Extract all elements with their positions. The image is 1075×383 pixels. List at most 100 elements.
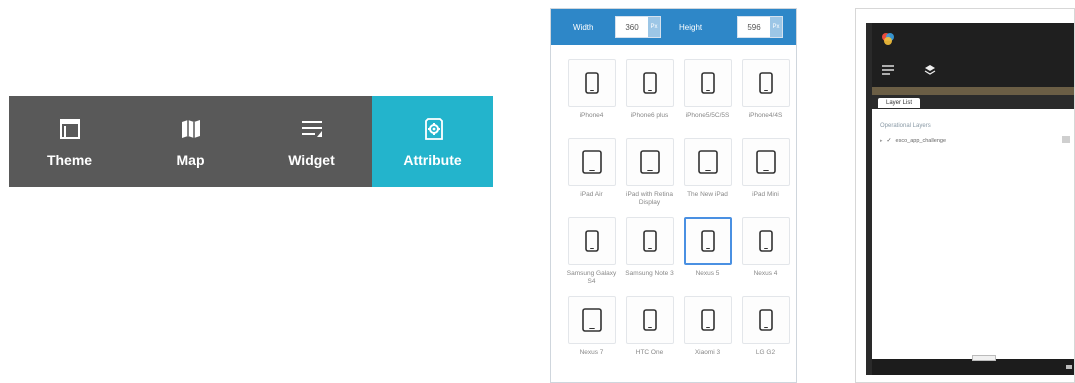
device-item[interactable]: Samsung Galaxy S4 (566, 217, 617, 296)
device-preview-panel: Width 360 Px Height 596 Px iPhone4 iPhone… (550, 8, 797, 383)
widget-icon (299, 116, 325, 142)
phone-icon (584, 230, 599, 252)
layer-menu-icon[interactable] (1062, 136, 1070, 143)
tablet-icon (581, 150, 602, 174)
map-icon (178, 116, 204, 142)
tab-theme-label: Theme (46, 151, 93, 168)
width-input[interactable]: 360 Px (615, 16, 661, 38)
device-select-button[interactable] (683, 296, 732, 344)
footer-button[interactable] (1066, 365, 1072, 369)
device-select-button[interactable] (741, 59, 790, 107)
layer-item[interactable]: ▸ ✓ esco_app_challenge (880, 137, 947, 145)
device-label: iPhone5/5C/5S (685, 112, 730, 119)
device-item[interactable]: Nexus 4 (740, 217, 791, 296)
width-label: Width (573, 22, 594, 32)
phone-icon (758, 72, 773, 94)
app-footer (872, 359, 1074, 375)
phone-icon (758, 230, 773, 252)
device-select-button[interactable] (741, 138, 790, 186)
device-select-button[interactable] (683, 138, 732, 186)
device-item[interactable]: iPhone6 plus (624, 59, 675, 138)
tablet-preview: Layer List Operational Layers ▸ ✓ esco_a… (855, 8, 1075, 383)
device-select-button[interactable] (567, 296, 616, 344)
device-select-button[interactable] (683, 217, 732, 265)
tablet-icon (581, 308, 602, 332)
device-item[interactable]: Xiaomi 3 (682, 296, 733, 375)
attribute-gear-icon (420, 116, 446, 142)
size-bar: Width 360 Px Height 596 Px (551, 9, 796, 45)
expand-arrow-icon[interactable]: ▸ (880, 138, 883, 144)
device-label: Nexus 5 (695, 270, 720, 277)
phone-icon (700, 230, 715, 252)
tab-widget[interactable]: Widget (251, 96, 372, 187)
device-item[interactable]: iPhone4 (566, 59, 617, 138)
layer-name: esco_app_challenge (895, 137, 947, 144)
layer-panel: Operational Layers ▸ ✓ esco_app_challeng… (872, 109, 1074, 359)
device-item[interactable]: Nexus 5 (682, 217, 733, 296)
device-item[interactable]: iPad Mini (740, 138, 791, 217)
builder-tab-bar: Theme Map Widget Attribute (9, 96, 493, 187)
phone-icon (700, 309, 715, 331)
device-item[interactable]: The New iPad (682, 138, 733, 217)
device-select-button[interactable] (567, 59, 616, 107)
device-label: iPhone4/4S (748, 112, 783, 119)
footer-handle[interactable] (972, 355, 996, 361)
layer-list-tool-icon[interactable] (881, 63, 895, 77)
phone-icon (642, 72, 657, 94)
device-item[interactable]: LG G2 (740, 296, 791, 375)
header-stripe (872, 87, 1074, 95)
device-label: Xiaomi 3 (694, 349, 721, 356)
app-logo-icon (882, 33, 894, 45)
device-select-button[interactable] (567, 217, 616, 265)
phone-icon (642, 309, 657, 331)
tablet-icon (639, 150, 660, 174)
phone-icon (642, 230, 657, 252)
device-select-button[interactable] (625, 138, 674, 186)
device-label: iPad with Retina Display (626, 191, 673, 206)
tab-map-label: Map (176, 151, 205, 168)
height-unit: Px (770, 17, 782, 37)
tablet-icon (755, 150, 776, 174)
device-item[interactable]: iPhone5/5C/5S (682, 59, 733, 138)
device-select-button[interactable] (741, 296, 790, 344)
width-unit: Px (648, 17, 660, 37)
height-input[interactable]: 596 Px (737, 16, 783, 38)
tab-theme[interactable]: Theme (9, 96, 130, 187)
device-item[interactable]: Nexus 7 (566, 296, 617, 375)
height-label: Height (679, 22, 703, 32)
tab-layer-list[interactable]: Layer List (878, 98, 921, 108)
device-label: Nexus 4 (753, 270, 778, 277)
checkbox-checked-icon[interactable]: ✓ (887, 137, 892, 144)
app-preview-screen: Layer List Operational Layers ▸ ✓ esco_a… (866, 23, 1074, 375)
device-label: HTC One (635, 349, 664, 356)
device-item[interactable]: Samsung Note 3 (624, 217, 675, 296)
tab-attribute[interactable]: Attribute (372, 96, 493, 187)
tab-attribute-label: Attribute (403, 151, 462, 168)
device-label: Nexus 7 (579, 349, 604, 356)
tab-widget-label: Widget (288, 151, 335, 168)
tablet-icon (697, 150, 718, 174)
device-item[interactable]: iPad with Retina Display (624, 138, 675, 217)
operational-layers-title: Operational Layers (880, 123, 931, 129)
device-label: iPhone4 (579, 112, 604, 119)
device-select-button[interactable] (625, 296, 674, 344)
device-select-button[interactable] (741, 217, 790, 265)
device-label: Samsung Galaxy S4 (566, 270, 617, 285)
device-grid: iPhone4 iPhone6 plus iPhone5/5C/5S iPhone4/… (566, 59, 796, 375)
device-item[interactable]: iPhone4/4S (740, 59, 791, 138)
phone-icon (758, 309, 773, 331)
device-item[interactable]: iPad Air (566, 138, 617, 217)
height-value: 596 (747, 22, 761, 32)
device-label: iPad Air (580, 191, 603, 198)
device-select-button[interactable] (625, 59, 674, 107)
device-select-button[interactable] (567, 138, 616, 186)
basemap-tool-icon[interactable] (924, 64, 936, 76)
tab-map[interactable]: Map (130, 96, 251, 187)
device-select-button[interactable] (683, 59, 732, 107)
device-label: LG G2 (755, 349, 776, 356)
device-label: The New iPad (687, 191, 728, 198)
device-label: Samsung Note 3 (625, 270, 674, 277)
device-select-button[interactable] (625, 217, 674, 265)
device-item[interactable]: HTC One (624, 296, 675, 375)
phone-icon (584, 72, 599, 94)
